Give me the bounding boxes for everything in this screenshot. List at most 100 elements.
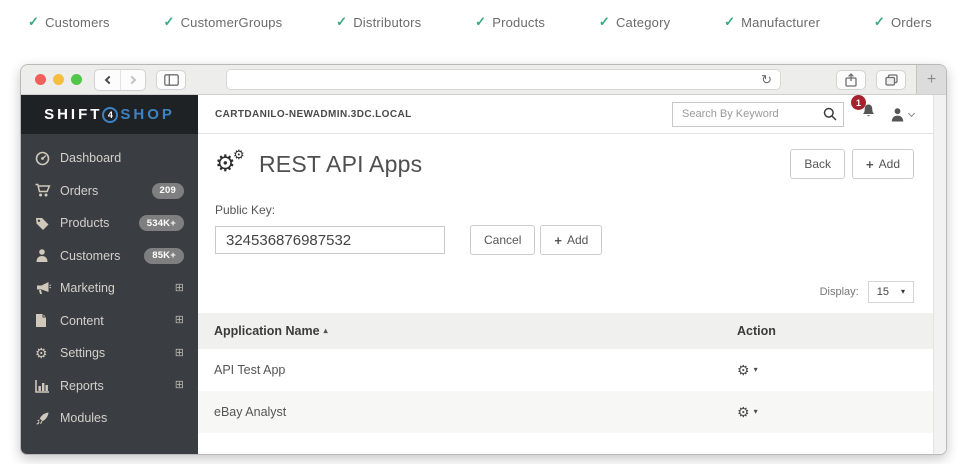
add-app-button[interactable]: + Add	[852, 149, 914, 179]
person-icon	[35, 248, 60, 263]
tab-overview-button[interactable]	[876, 70, 906, 90]
customers-count-badge: 85K+	[144, 248, 184, 264]
back-page-button[interactable]: Back	[790, 149, 845, 179]
browser-toolbar: ↻ +	[21, 65, 946, 95]
share-button[interactable]	[836, 70, 866, 90]
sidebar-item-reports[interactable]: Reports ⊞	[21, 370, 198, 403]
forward-button[interactable]	[120, 70, 145, 90]
check-item-manufacturer: ✓ Manufacturer	[724, 14, 820, 30]
shift4shop-logo[interactable]: SHIFT 4 SHOP	[21, 95, 198, 134]
tags-icon	[35, 216, 60, 231]
cancel-button[interactable]: Cancel	[470, 225, 535, 255]
check-icon: ✓	[28, 14, 39, 30]
page-title-row: ⚙ ⚙ REST API Apps Back + Add	[215, 149, 914, 179]
chevron-down-icon	[908, 109, 915, 116]
chevron-right-icon	[128, 75, 136, 83]
plus-icon: +	[927, 71, 936, 89]
sidebar-item-marketing[interactable]: Marketing ⊞	[21, 272, 198, 305]
sidebar-item-label: Dashboard	[60, 151, 121, 165]
column-action: Action	[737, 324, 917, 338]
row-action-menu-button[interactable]: ⚙ ▾	[737, 405, 917, 419]
sidebar-item-dashboard[interactable]: Dashboard	[21, 142, 198, 175]
table-row: eBay Analyst ⚙ ▾	[198, 391, 933, 433]
table-row: API Test App ⚙ ▾	[198, 349, 933, 391]
check-icon: ✓	[724, 14, 735, 30]
nav-button-group	[94, 69, 146, 91]
zoom-window-button[interactable]	[71, 74, 82, 85]
check-label: Customers	[45, 15, 110, 30]
checklist-strip: ✓ Customers ✓ CustomerGroups ✓ Distribut…	[0, 0, 960, 38]
row-action-menu-button[interactable]: ⚙ ▾	[737, 363, 917, 377]
close-window-button[interactable]	[35, 74, 46, 85]
display-count-select[interactable]: 15 ▾	[868, 281, 914, 303]
caret-down-icon: ▾	[754, 408, 758, 416]
megaphone-icon	[35, 281, 60, 295]
public-key-input[interactable]	[215, 226, 445, 254]
dashboard-icon	[35, 151, 60, 166]
chevron-left-icon	[104, 75, 112, 83]
sidebar-item-settings[interactable]: ⚙ Settings ⊞	[21, 337, 198, 370]
display-row: Display: 15 ▾	[215, 281, 914, 303]
api-apps-table: Application Name ▴ Action API Test App ⚙	[198, 313, 933, 433]
account-menu-button[interactable]	[890, 107, 914, 122]
admin-app: SHIFT 4 SHOP Dashboard Orders 209	[21, 95, 946, 455]
sidebar-item-label: Content	[60, 314, 104, 328]
expand-icon[interactable]: ⊞	[175, 283, 184, 294]
logo-text-shift: SHIFT	[44, 106, 102, 123]
sidebar-item-label: Products	[60, 216, 109, 230]
products-count-badge: 534K+	[139, 215, 184, 231]
plus-icon: +	[554, 234, 562, 247]
sidebar-nav: Dashboard Orders 209 Products 534K+	[21, 134, 198, 435]
sidebar-item-label: Modules	[60, 411, 107, 425]
sidebar-item-modules[interactable]: Modules	[21, 402, 198, 435]
search-input[interactable]	[672, 102, 844, 127]
public-key-label: Public Key:	[215, 203, 914, 217]
notifications-button[interactable]: 1	[860, 103, 877, 125]
logo-text-shop: SHOP	[120, 106, 175, 123]
expand-icon[interactable]: ⊞	[175, 348, 184, 359]
back-button[interactable]	[95, 70, 120, 90]
window-controls	[35, 74, 82, 85]
gear-icon: ⚙	[737, 405, 750, 419]
search-box	[672, 102, 844, 127]
new-tab-button[interactable]: +	[916, 65, 946, 94]
minimize-window-button[interactable]	[53, 74, 64, 85]
admin-main: CARTDANILO-NEWADMIN.3DC.LOCAL 1	[198, 95, 946, 455]
tabs-icon	[885, 74, 898, 86]
scrollbar[interactable]	[933, 95, 946, 455]
form-add-button[interactable]: + Add	[540, 225, 602, 255]
check-icon: ✓	[874, 14, 885, 30]
public-key-form: Public Key: Cancel + Add	[215, 203, 914, 255]
gears-icon: ⚙	[35, 346, 60, 360]
app-name: eBay Analyst	[214, 405, 737, 419]
sidebar-item-orders[interactable]: Orders 209	[21, 175, 198, 208]
column-application-name[interactable]: Application Name ▴	[214, 324, 737, 338]
sort-asc-icon: ▴	[324, 327, 328, 335]
sidebar-item-label: Marketing	[60, 281, 115, 295]
expand-icon[interactable]: ⊞	[175, 315, 184, 326]
display-label: Display:	[820, 286, 859, 298]
check-item-orders: ✓ Orders	[874, 14, 932, 30]
sidebar-item-label: Reports	[60, 379, 104, 393]
cart-icon	[35, 183, 60, 198]
admin-header: CARTDANILO-NEWADMIN.3DC.LOCAL 1	[198, 95, 946, 134]
check-label: Category	[616, 15, 670, 30]
check-icon: ✓	[599, 14, 610, 30]
sidebar-item-customers[interactable]: Customers 85K+	[21, 240, 198, 273]
reload-icon[interactable]: ↻	[761, 73, 772, 86]
notification-count-badge: 1	[851, 95, 866, 110]
sidebar-item-products[interactable]: Products 534K+	[21, 207, 198, 240]
page-title: REST API Apps	[259, 151, 422, 178]
check-label: Distributors	[353, 15, 421, 30]
search-icon[interactable]	[823, 107, 837, 126]
expand-icon[interactable]: ⊞	[175, 380, 184, 391]
sidebar-item-content[interactable]: Content ⊞	[21, 305, 198, 338]
table-header: Application Name ▴ Action	[198, 313, 933, 349]
check-icon: ✓	[336, 14, 347, 30]
orders-count-badge: 209	[152, 183, 184, 199]
address-bar[interactable]: ↻	[226, 69, 781, 90]
sidebar: SHIFT 4 SHOP Dashboard Orders 209	[21, 95, 198, 455]
check-label: CustomerGroups	[181, 15, 283, 30]
sidebar-toggle-button[interactable]	[156, 70, 186, 90]
check-item-customers: ✓ Customers	[28, 14, 110, 30]
